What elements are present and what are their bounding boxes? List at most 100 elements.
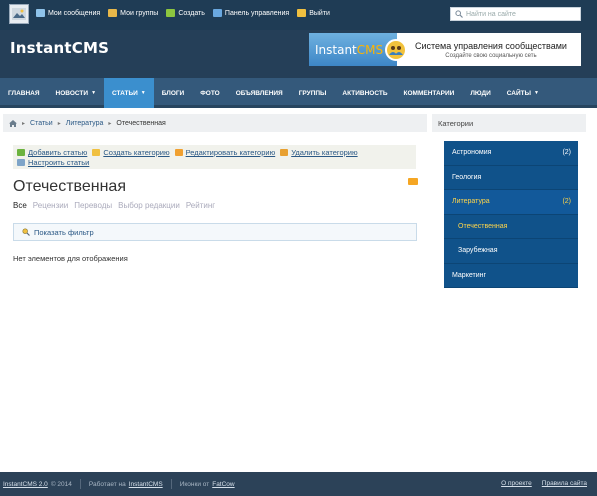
footer-icons-link[interactable]: FatCow — [212, 481, 234, 488]
tab-4[interactable]: Рейтинг — [186, 201, 215, 210]
action-3: Удалить категорию — [280, 148, 358, 157]
menu-item-label: КОММЕНТАРИИ — [403, 89, 455, 97]
action-1: Создать категорию — [92, 148, 170, 157]
logout-icon — [297, 9, 307, 17]
menu-item-4[interactable]: ФОТО — [192, 78, 227, 108]
action-link-2[interactable]: Редактировать категорию — [186, 148, 276, 157]
breadcrumb-separator: ▸ — [22, 120, 26, 127]
site-logo[interactable]: InstantCMS — [10, 39, 109, 57]
search-input[interactable]: Найти на сайте — [466, 11, 516, 18]
menu-item-7[interactable]: АКТИВНОСТЬ — [334, 78, 395, 108]
main-menu: ГЛАВНАЯ НОВОСТИ ▼ СТАТЬИ ▼ БЛОГИ ФОТО ОБЪЯВЛЕНИ… — [0, 78, 597, 108]
mail-icon — [36, 9, 45, 17]
settings-icon — [17, 159, 25, 166]
footer-powered-prefix: Работает на — [88, 480, 126, 488]
user-avatar[interactable] — [9, 4, 29, 24]
category-item-2[interactable]: Литература (2) — [444, 190, 578, 215]
topbar-item-label: Выйти — [309, 9, 330, 17]
menu-item-1[interactable]: НОВОСТИ ▼ — [48, 78, 104, 108]
menu-item-label: БЛОГИ — [161, 89, 185, 97]
category-item-4[interactable]: Зарубежная — [444, 239, 578, 264]
topbar-item-1[interactable]: Мои группы — [108, 9, 158, 17]
menu-item-label: ОБЪЯВЛЕНИЯ — [235, 89, 283, 97]
add-icon — [17, 149, 25, 156]
tab-2[interactable]: Переводы — [74, 201, 112, 210]
home-icon[interactable] — [9, 119, 17, 127]
header-banner[interactable]: Instant CMS Система управления сообщества… — [309, 33, 581, 66]
tab-0[interactable]: Все — [13, 201, 27, 210]
menu-item-3[interactable]: БЛОГИ — [154, 78, 192, 108]
menu-item-label: ЛЮДИ — [470, 89, 491, 97]
topbar-item-label: Панель управления — [224, 9, 290, 17]
category-list: Астрономия (2) Геология Литература (2) Отечес… — [444, 141, 578, 288]
footer-powered-link[interactable]: InstantCMS — [129, 481, 163, 488]
menu-item-8[interactable]: КОММЕНТАРИИ — [396, 78, 463, 108]
menu-item-2[interactable]: СТАТЬИ ▼ — [104, 78, 154, 108]
banner-title: Система управления сообществами — [415, 40, 567, 51]
breadcrumb-link-articles[interactable]: Статьи — [30, 120, 53, 127]
footer-icons-prefix: Иконки от — [179, 480, 210, 488]
topbar-item-3[interactable]: Панель управления — [212, 9, 290, 17]
footer-about-link[interactable]: О проекте — [501, 480, 532, 487]
banner-logo-accent: CMS — [356, 42, 384, 57]
tab-1[interactable]: Рецензии — [33, 201, 68, 210]
category-label: Отечественная — [458, 222, 508, 230]
page-title: Отечественная — [13, 178, 126, 195]
category-item-3[interactable]: Отечественная — [444, 215, 578, 239]
menu-item-label: ГЛАВНАЯ — [8, 89, 40, 97]
action-link-4[interactable]: Настроить статьи — [28, 158, 89, 167]
menu-item-10[interactable]: САЙТЫ ▼ — [499, 78, 547, 108]
topbar-item-0[interactable]: Мои сообщения — [36, 9, 100, 17]
banner-logo: Instant CMS — [309, 33, 397, 66]
plus-icon — [166, 9, 176, 17]
topbar-item-label: Мои группы — [120, 9, 159, 17]
filter-search-icon — [22, 228, 30, 236]
category-label: Геология — [452, 173, 482, 181]
action-2: Редактировать категорию — [174, 148, 276, 157]
rss-icon[interactable] — [408, 178, 418, 185]
menu-item-label: ФОТО — [200, 89, 220, 97]
footer-links: О проекте Правила сайта — [501, 480, 587, 487]
category-item-0[interactable]: Астрономия (2) — [444, 141, 578, 166]
action-4: Настроить статьи — [17, 158, 89, 167]
sidebar-title: Категории — [432, 114, 586, 132]
dashboard-icon — [212, 9, 222, 17]
menu-item-0[interactable]: ГЛАВНАЯ — [0, 78, 48, 108]
chevron-down-icon: ▼ — [533, 90, 539, 96]
dataset-tabs: Все Рецензии Переводы Выбор редакции Рейтинг — [13, 201, 215, 210]
chevron-down-icon: ▼ — [91, 90, 97, 96]
topbar-item-label: Создать — [178, 9, 205, 17]
footer-divider — [170, 479, 172, 489]
menu-item-6[interactable]: ГРУППЫ — [291, 78, 335, 108]
footer-rules-link[interactable]: Правила сайта — [542, 480, 587, 487]
topbar-item-4[interactable]: Выйти — [297, 9, 330, 17]
chevron-down-icon: ▼ — [140, 90, 146, 96]
action-link-3[interactable]: Удалить категорию — [291, 148, 357, 157]
banner-text: Система управления сообществами Создайте… — [415, 41, 567, 59]
breadcrumb-link-literature[interactable]: Литература — [66, 120, 104, 127]
category-label: Маркетинг — [452, 271, 487, 279]
topbar-item-2[interactable]: Создать — [166, 9, 205, 17]
action-0: Добавить статью — [17, 148, 87, 157]
folder-edit-icon — [174, 149, 183, 156]
search-box[interactable]: Найти на сайте — [450, 7, 581, 21]
menu-item-5[interactable]: ОБЪЯВЛЕНИЯ — [228, 78, 291, 108]
show-filter-button[interactable]: Показать фильтр — [13, 223, 417, 241]
category-item-5[interactable]: Маркетинг — [444, 264, 578, 288]
tab-3[interactable]: Выбор редакции — [118, 201, 180, 210]
category-item-1[interactable]: Геология — [444, 166, 578, 190]
folder-add-icon — [92, 149, 101, 156]
category-actions: Добавить статью Создать категорию Редактир… — [13, 145, 416, 169]
folder-delete-icon — [280, 149, 289, 156]
category-label: Литература — [452, 198, 490, 206]
banner-subtitle: Создайте свою социальную сеть — [445, 52, 537, 59]
action-link-0[interactable]: Добавить статью — [28, 148, 87, 157]
site-footer: InstantCMS 2.0 © 2014 Работает на Instan… — [0, 472, 597, 496]
action-link-1[interactable]: Создать категорию — [103, 148, 169, 157]
breadcrumb-separator: ▸ — [108, 120, 112, 127]
breadcrumb: ▸ Статьи ▸ Литература ▸ Отечественная — [3, 114, 427, 132]
menu-item-9[interactable]: ЛЮДИ — [462, 78, 498, 108]
footer-version-link[interactable]: InstantCMS 2.0 — [3, 481, 48, 488]
user-menu: Мои сообщения Мои группы Создать Панель упр… — [36, 9, 330, 17]
menu-item-label: САЙТЫ — [506, 89, 531, 97]
